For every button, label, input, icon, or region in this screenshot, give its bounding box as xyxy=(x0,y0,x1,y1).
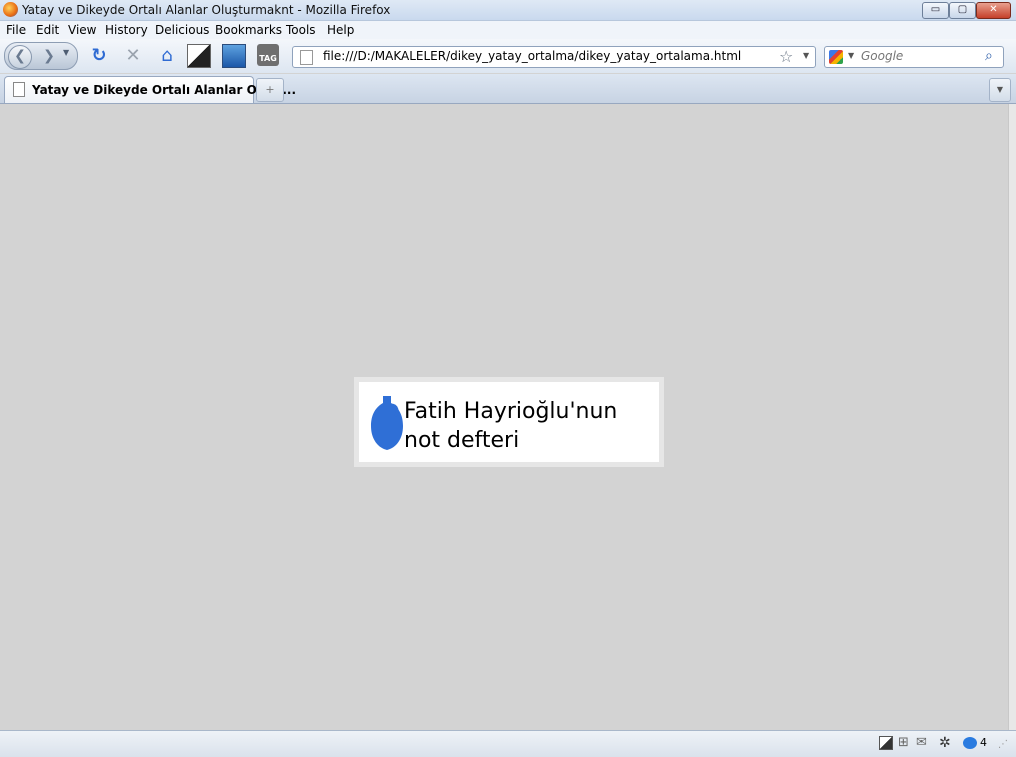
notification-bubble-icon[interactable] xyxy=(963,737,977,749)
resize-grip-icon[interactable]: ⋰ xyxy=(998,739,1008,750)
menu-view[interactable]: View xyxy=(68,23,96,37)
logo-box: Fatih Hayrioğlu'nun not defteri xyxy=(359,382,659,462)
document-icon xyxy=(13,82,25,97)
page-icon xyxy=(300,50,313,65)
logo-title-line1: Fatih Hayrioğlu'nun xyxy=(404,399,618,424)
url-input[interactable] xyxy=(323,48,763,64)
network-icon[interactable]: ⊞ xyxy=(898,736,912,750)
status-bar: ⊞ ✉ ✲ 4 ⋰ xyxy=(0,730,1016,757)
forward-button[interactable]: ❯ xyxy=(38,47,60,65)
tab-strip: Yatay ve Dikeyde Ortalı Alanlar Oluşt...… xyxy=(0,74,1016,104)
menu-edit[interactable]: Edit xyxy=(36,23,59,37)
notification-count: 4 xyxy=(980,736,987,749)
history-dropdown-icon[interactable]: ▼ xyxy=(63,48,69,57)
reload-button[interactable]: ↻ xyxy=(87,44,111,68)
search-input[interactable] xyxy=(861,48,981,64)
mail-icon[interactable]: ✉ xyxy=(916,736,930,750)
bookmark-star-icon[interactable]: ☆ xyxy=(779,47,793,66)
stop-button[interactable]: ✕ xyxy=(121,44,145,68)
search-icon[interactable]: ⌕ xyxy=(985,48,993,64)
maximize-button[interactable]: ▢ xyxy=(949,2,976,19)
vertical-scrollbar[interactable] xyxy=(1008,104,1016,730)
window-title-bar: Yatay ve Dikeyde Ortalı Alanlar Oluşturm… xyxy=(0,0,1016,21)
url-dropdown-icon[interactable]: ▼ xyxy=(803,51,809,60)
url-bar[interactable]: ☆ ▼ xyxy=(292,46,816,68)
menu-file[interactable]: File xyxy=(6,23,26,37)
home-button[interactable]: ⌂ xyxy=(155,44,179,68)
window-title: Yatay ve Dikeyde Ortalı Alanlar Oluşturm… xyxy=(22,3,391,17)
tab-list-dropdown-icon[interactable]: ▼ xyxy=(989,78,1011,102)
menu-bookmarks[interactable]: Bookmarks xyxy=(215,23,282,37)
search-engine-dropdown-icon[interactable]: ▼ xyxy=(848,51,854,60)
menu-tools[interactable]: Tools xyxy=(286,23,316,37)
back-button[interactable]: ❮ xyxy=(8,45,32,69)
minimize-button[interactable]: ▭ xyxy=(922,2,949,19)
menu-history[interactable]: History xyxy=(105,23,148,37)
close-button[interactable]: ✕ xyxy=(976,2,1011,19)
back-forward-group: ❮ ❯ ▼ xyxy=(4,42,78,70)
menu-bar: File Edit View History Delicious Bookmar… xyxy=(0,21,1016,39)
firefox-icon xyxy=(3,2,18,17)
new-tab-button[interactable]: + xyxy=(256,78,284,102)
search-bar[interactable]: ▼ ⌕ xyxy=(824,46,1004,68)
bookmarks-extension-icon[interactable] xyxy=(222,44,246,68)
menu-delicious[interactable]: Delicious xyxy=(155,23,209,37)
google-icon[interactable] xyxy=(829,50,843,64)
tag-button[interactable]: TAG xyxy=(257,44,279,66)
delicious-status-icon[interactable] xyxy=(879,736,893,750)
firebug-icon[interactable]: ✲ xyxy=(939,736,953,750)
menu-help[interactable]: Help xyxy=(327,23,354,37)
delicious-icon[interactable] xyxy=(187,44,211,68)
jug-icon xyxy=(371,396,403,450)
centered-logo-frame: Fatih Hayrioğlu'nun not defteri xyxy=(354,377,664,467)
logo-title-line2: not defteri xyxy=(404,428,520,453)
tab-active[interactable]: Yatay ve Dikeyde Ortalı Alanlar Oluşt... xyxy=(4,76,296,103)
logo-text: Fatih Hayrioğlu'nun not defteri xyxy=(404,397,617,455)
